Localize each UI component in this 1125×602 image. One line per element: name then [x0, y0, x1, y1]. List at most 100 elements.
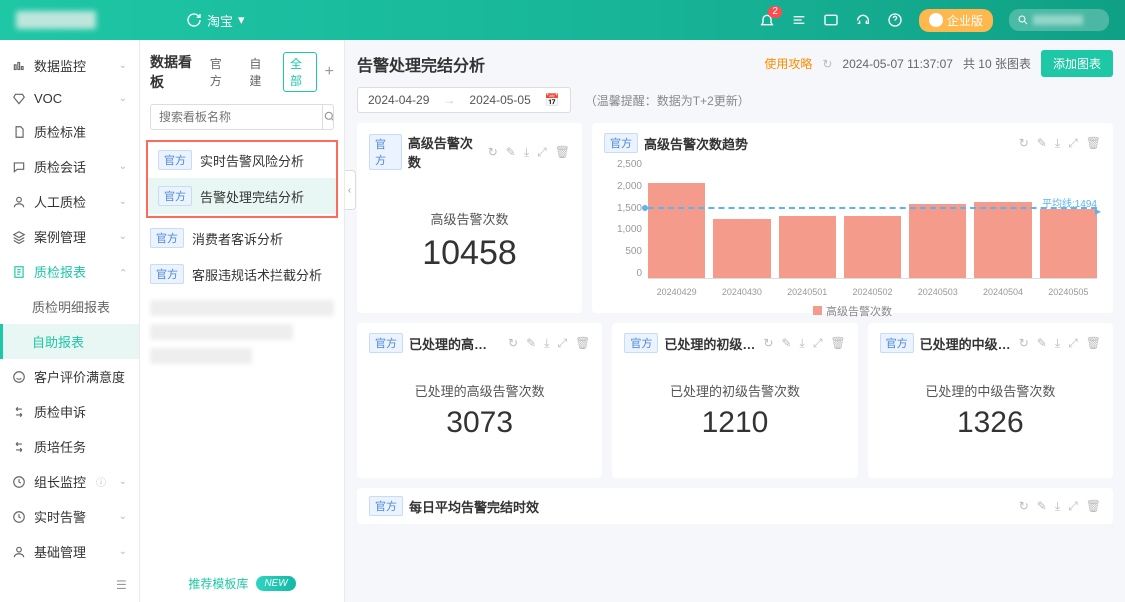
dashboard-item-alarm-process[interactable]: 官方告警处理完结分析 — [148, 178, 336, 214]
dashboard-item-realtime[interactable]: 官方实时告警风险分析 — [148, 142, 336, 178]
message-icon[interactable] — [823, 12, 839, 28]
refresh-icon[interactable]: ↻ — [1019, 136, 1029, 151]
expand-icon[interactable]: ⤢ — [1068, 136, 1078, 151]
tab-official[interactable]: 官方 — [204, 53, 236, 91]
nav-voc[interactable]: VOC⌄ — [0, 83, 139, 114]
nav-case[interactable]: 案例管理⌄ — [0, 219, 139, 254]
kpi-value: 3073 — [369, 406, 590, 440]
expand-icon[interactable]: ⤢ — [1068, 499, 1078, 514]
tab-all[interactable]: 全部 — [283, 52, 317, 92]
expand-icon[interactable]: ⤢ — [537, 145, 547, 160]
refresh-icon[interactable]: ↻ — [488, 145, 498, 160]
edit-icon[interactable]: ✎ — [526, 336, 536, 351]
delete-icon[interactable]: 🗑 — [575, 336, 590, 351]
card-kpi-processed-mid: 官方 已处理的中级… ↻✎⤓⤢🗑 已处理的中级告警次数 1326 — [868, 323, 1113, 478]
delete-icon[interactable]: 🗑 — [555, 145, 570, 160]
nav-appeal[interactable]: 质检申诉 — [0, 394, 139, 429]
dashboard-panel: 数据看板 官方 自建 全部 + 官方实时告警风险分析 官方告警处理完结分析 官方… — [140, 40, 345, 602]
official-tag: 官方 — [604, 133, 638, 153]
official-tag: 官方 — [880, 333, 914, 353]
date-range-picker[interactable]: 2024-04-29 → 2024-05-05 📅 — [357, 87, 571, 113]
edit-icon[interactable]: ✎ — [1037, 136, 1047, 151]
nav-session[interactable]: 质检会话⌄ — [0, 149, 139, 184]
panel-collapse-button[interactable]: ‹ — [345, 170, 356, 210]
search-button[interactable] — [322, 105, 334, 129]
refresh-icon[interactable]: ↻ — [1019, 499, 1029, 514]
kpi-value: 1210 — [624, 406, 845, 440]
kpi-label: 已处理的中级告警次数 — [880, 381, 1101, 400]
chevron-down-icon: ▾ — [238, 12, 245, 28]
kpi-label: 已处理的高级告警次数 — [369, 381, 590, 400]
top-bar: 淘宝 ▾ 2 企业版 — [0, 0, 1125, 40]
official-tag: 官方 — [150, 264, 184, 284]
bell-icon[interactable]: 2 — [759, 12, 775, 28]
legend-dot-icon — [813, 306, 822, 315]
refresh-icon[interactable]: ↻ — [1019, 336, 1029, 351]
dashboard-item-block[interactable]: 官方客服违规话术拦截分析 — [140, 256, 344, 292]
download-icon[interactable]: ⤓ — [544, 336, 549, 351]
nav-manual[interactable]: 人工质检⌄ — [0, 184, 139, 219]
nav-data-monitor[interactable]: 数据监控⌄ — [0, 48, 139, 83]
download-icon[interactable]: ⤓ — [1055, 336, 1060, 351]
top-right: 2 企业版 — [759, 9, 1109, 32]
nav-alert[interactable]: 实时告警⌄ — [0, 499, 139, 534]
search-blur — [1033, 15, 1083, 25]
page-title: 告警处理完结分析 — [357, 52, 485, 76]
nav-standard[interactable]: 质检标准 — [0, 114, 139, 149]
top-search[interactable] — [1009, 9, 1109, 31]
notification-badge: 2 — [768, 6, 782, 18]
platform-selector[interactable]: 淘宝 ▾ — [186, 11, 245, 30]
refresh-icon[interactable]: ↻ — [763, 336, 773, 351]
edit-icon[interactable]: ✎ — [1037, 336, 1047, 351]
tab-custom[interactable]: 自建 — [243, 53, 275, 91]
blur-item — [150, 348, 252, 364]
diamond-icon — [12, 92, 26, 106]
nav-satisfaction[interactable]: 客户评价满意度 — [0, 359, 139, 394]
delete-icon[interactable]: 🗑 — [830, 336, 845, 351]
card-title: 高级告警次数趋势 — [644, 134, 748, 153]
delete-icon[interactable]: 🗑 — [1086, 336, 1101, 351]
download-icon[interactable]: ⤓ — [800, 336, 805, 351]
help-icon[interactable] — [887, 12, 903, 28]
nav-leader[interactable]: 组长监控ⓘ⌄ — [0, 464, 139, 499]
download-icon[interactable]: ⤓ — [1055, 136, 1060, 151]
expand-icon[interactable]: ⤢ — [813, 336, 823, 351]
edit-icon[interactable]: ✎ — [506, 145, 516, 160]
nav-basic[interactable]: 基础管理⌄ — [0, 534, 139, 569]
blur-item — [150, 324, 293, 340]
chevron-down-icon: ⌄ — [119, 161, 127, 172]
download-icon[interactable]: ⤓ — [1055, 499, 1060, 514]
nav-sub-detail[interactable]: 质检明细报表 — [0, 289, 139, 324]
refresh-icon[interactable]: ↻ — [508, 336, 518, 351]
edit-icon[interactable]: ✎ — [1037, 499, 1047, 514]
panel-title: 数据看板 — [150, 52, 196, 92]
add-chart-button[interactable]: 添加图表 — [1041, 50, 1113, 77]
delete-icon[interactable]: 🗑 — [1086, 499, 1101, 514]
chart-legend: 高级告警次数 — [604, 303, 1101, 319]
delete-icon[interactable]: 🗑 — [1086, 136, 1101, 151]
enterprise-badge[interactable]: 企业版 — [919, 9, 993, 32]
collapse-toggle-icon[interactable]: ☰ — [116, 578, 127, 592]
avg-label: 平均线:1494 — [1042, 195, 1097, 210]
dashboard-search-input[interactable] — [151, 105, 322, 129]
add-dashboard-icon[interactable]: + — [325, 63, 334, 81]
menu-lines-icon[interactable] — [791, 12, 807, 28]
refresh-icon[interactable]: ↻ — [822, 57, 832, 71]
nav-sub-self[interactable]: 自助报表 — [0, 324, 139, 359]
template-library-link[interactable]: 推荐模板库NEW — [140, 575, 344, 592]
refresh-icon — [186, 12, 202, 28]
clock-icon — [12, 510, 26, 524]
dashboard-item-consumer[interactable]: 官方消费者客诉分析 — [140, 220, 344, 256]
nav-report[interactable]: 质检报表⌄ — [0, 254, 139, 289]
edit-icon[interactable]: ✎ — [781, 336, 791, 351]
guide-link[interactable]: 使用攻略 — [764, 55, 812, 72]
headset-icon[interactable] — [855, 12, 871, 28]
download-icon[interactable]: ⤓ — [524, 145, 529, 160]
new-badge: NEW — [256, 576, 295, 591]
nav-training[interactable]: 质培任务 — [0, 429, 139, 464]
main-content: ‹ 告警处理完结分析 使用攻略 ↻ 2024-05-07 11:37:07 共 … — [345, 40, 1125, 602]
expand-icon[interactable]: ⤢ — [557, 336, 567, 351]
expand-icon[interactable]: ⤢ — [1068, 336, 1078, 351]
chart-count: 共 10 张图表 — [963, 55, 1031, 72]
report-icon — [12, 265, 26, 279]
